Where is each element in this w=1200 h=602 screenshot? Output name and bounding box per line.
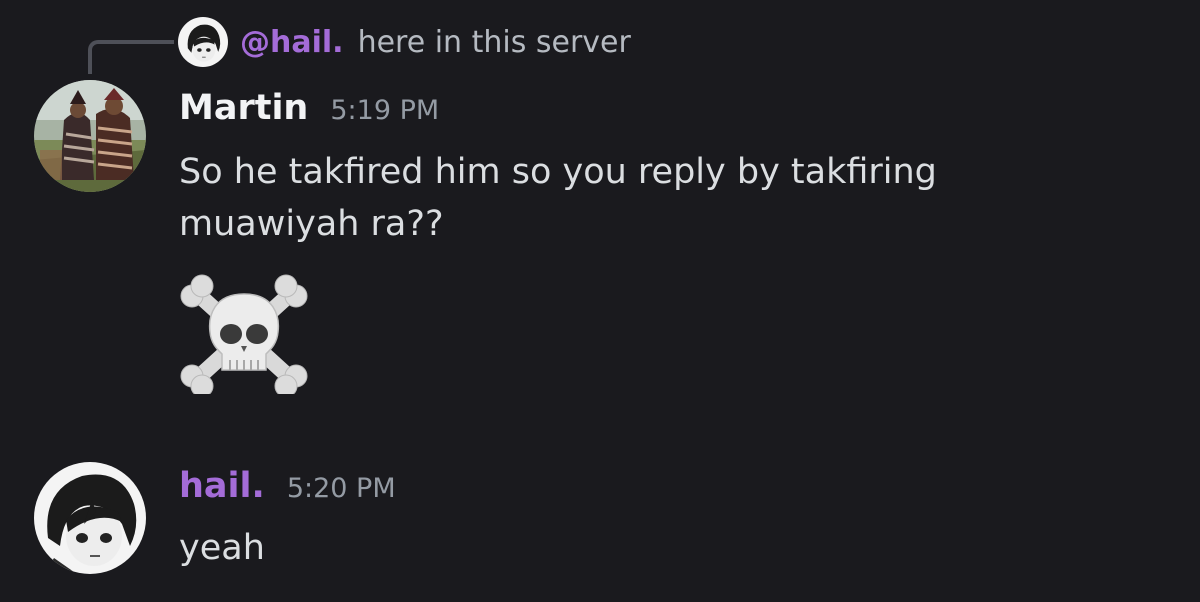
message-header: hail. 5:20 PM — [179, 466, 396, 506]
author-name[interactable]: Martin — [179, 88, 308, 128]
anime-avatar-icon — [178, 17, 228, 67]
anime-avatar-icon — [34, 462, 146, 574]
photo-avatar-icon — [34, 80, 146, 192]
timestamp[interactable]: 5:19 PM — [330, 95, 439, 126]
message-header: Martin 5:19 PM — [179, 88, 439, 128]
skull-and-crossbones-icon[interactable] — [178, 274, 310, 394]
reply-text[interactable]: here in this server — [358, 25, 631, 60]
reply-avatar[interactable] — [178, 17, 228, 67]
timestamp[interactable]: 5:20 PM — [287, 473, 396, 504]
reply-author-mention[interactable]: @hail. — [240, 25, 344, 60]
reply-connector-line — [88, 40, 174, 74]
chat-log: @hail. here in this server Martin 5:19 P… — [0, 0, 1200, 602]
message-content: So he takfired him so you reply by takfi… — [179, 146, 937, 250]
reply-preview[interactable]: @hail. here in this server — [178, 16, 631, 68]
message-line: muawiyah ra?? — [179, 204, 444, 244]
hail-avatar[interactable] — [34, 462, 146, 574]
message-line: yeah — [179, 528, 265, 568]
martin-avatar[interactable] — [34, 80, 146, 192]
author-name[interactable]: hail. — [179, 466, 265, 506]
message-line: So he takfired him so you reply by takfi… — [179, 152, 937, 192]
message-content: yeah — [179, 522, 265, 574]
